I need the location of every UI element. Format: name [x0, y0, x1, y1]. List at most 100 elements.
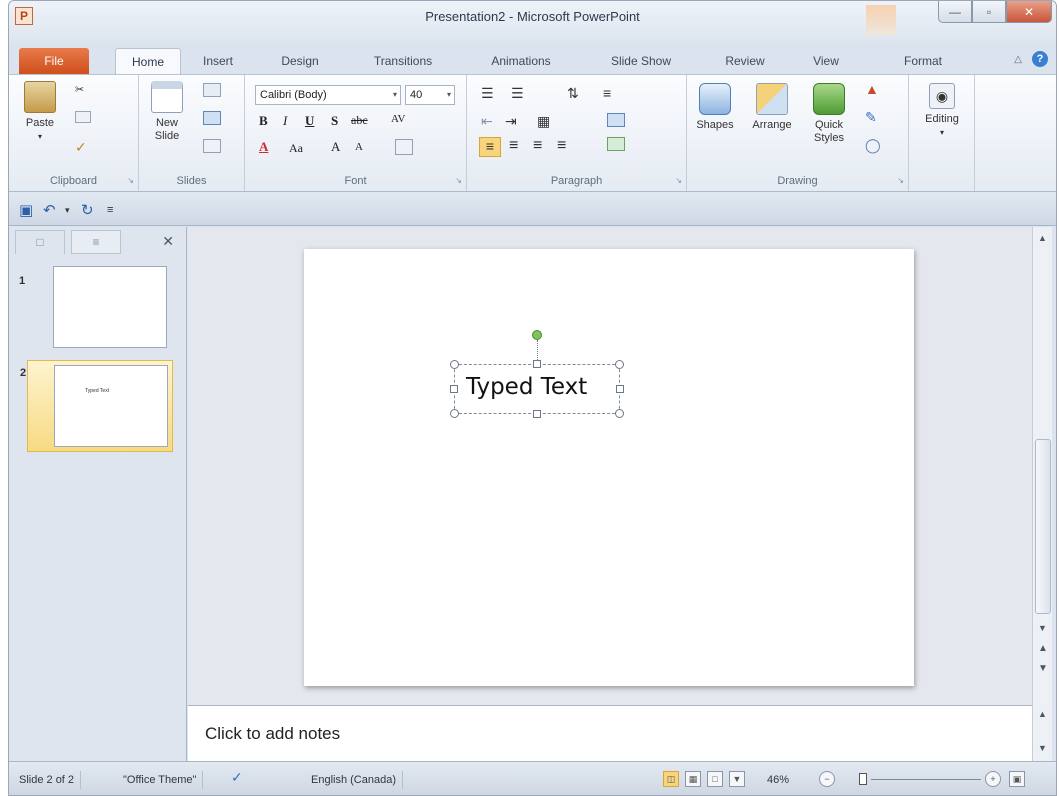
strikethrough-icon[interactable]: abc [351, 113, 368, 128]
copy-icon[interactable] [75, 111, 91, 123]
tab-home[interactable]: Home [115, 48, 181, 74]
save-icon[interactable]: ▣ [19, 201, 33, 219]
tab-insert[interactable]: Insert [193, 48, 243, 74]
rotation-handle[interactable] [532, 330, 542, 340]
language-status[interactable]: English (Canada) [305, 771, 403, 789]
new-slide-button[interactable]: New Slide [145, 81, 189, 143]
italic-icon[interactable]: I [283, 113, 287, 129]
shape-fill-icon[interactable]: ▲ [865, 81, 879, 97]
slides-tab-icon[interactable]: □ [15, 230, 65, 254]
resize-handle-left[interactable] [450, 385, 458, 393]
minimize-button[interactable]: — [938, 1, 972, 23]
scroll-up-icon[interactable]: ▲ [1038, 233, 1047, 243]
font-name-combo[interactable]: Calibri (Body) ▾ [255, 85, 401, 105]
zoom-in-icon[interactable]: + [985, 771, 1001, 787]
undo-icon[interactable]: ↶ [43, 201, 56, 219]
tab-slide-show[interactable]: Slide Show [599, 48, 683, 74]
minimize-ribbon-icon[interactable]: △ [1014, 54, 1022, 65]
slide-sorter-view-icon[interactable]: ▦ [685, 771, 701, 787]
customize-qat-icon[interactable]: ≡ [107, 204, 113, 216]
fit-to-window-icon[interactable]: ▣ [1009, 771, 1025, 787]
resize-handle-bottom-left[interactable] [450, 409, 459, 418]
paragraph-launcher-icon[interactable]: ↘ [675, 176, 682, 185]
previous-slide-icon[interactable]: ▲ [1038, 643, 1048, 654]
notes-placeholder[interactable]: Click to add notes [205, 724, 340, 744]
maximize-button[interactable]: ▫ [972, 1, 1006, 23]
reset-icon[interactable] [203, 111, 221, 125]
resize-handle-bottom[interactable] [533, 410, 541, 418]
format-painter-icon[interactable]: ✓ [75, 139, 87, 156]
font-color-icon[interactable]: A [259, 139, 268, 155]
zoom-out-icon[interactable]: − [819, 771, 835, 787]
shadow-icon[interactable]: S [331, 113, 338, 129]
section-icon[interactable] [203, 139, 221, 153]
close-pane-icon[interactable]: ✕ [162, 233, 174, 250]
bullets-icon[interactable]: ☰ [481, 85, 494, 102]
align-left-icon[interactable]: ≡ [479, 137, 501, 157]
notes-pane[interactable]: Click to add notes [188, 705, 1032, 761]
text-box[interactable]: Typed Text [450, 330, 624, 418]
shape-outline-icon[interactable]: ✎ [865, 109, 877, 126]
cut-icon[interactable]: ✂ [75, 83, 84, 96]
notes-scroll-up-icon[interactable]: ▲ [1038, 709, 1047, 719]
resize-handle-bottom-right[interactable] [615, 409, 624, 418]
outline-tab-icon[interactable]: ≡ [71, 230, 121, 254]
tab-transitions[interactable]: Transitions [361, 48, 445, 74]
justify-icon[interactable]: ≡ [557, 137, 566, 155]
paste-button[interactable]: Paste ▾ [19, 81, 61, 143]
theme-status[interactable]: "Office Theme" [117, 771, 204, 789]
vertical-scrollbar[interactable]: ▲ ▼ ▲ ▼ [1032, 227, 1052, 705]
slide-editing-area[interactable]: Typed Text [188, 227, 1032, 705]
font-launcher-icon[interactable]: ↘ [455, 176, 462, 185]
tab-design[interactable]: Design [273, 48, 327, 74]
decrease-indent-icon[interactable]: ⇤ [481, 113, 493, 130]
zoom-level[interactable]: 46% [761, 771, 795, 789]
reading-view-icon[interactable]: □ [707, 771, 723, 787]
shape-effects-icon[interactable]: ◯ [865, 137, 881, 154]
increase-indent-icon[interactable]: ⇥ [505, 113, 517, 130]
notes-scroll-down-icon[interactable]: ▼ [1038, 743, 1047, 753]
line-spacing-icon[interactable]: ⇅ [567, 85, 579, 102]
redo-icon[interactable]: ↻ [81, 201, 94, 219]
font-size-combo[interactable]: 40 ▾ [405, 85, 455, 105]
next-slide-icon[interactable]: ▼ [1038, 663, 1048, 674]
shrink-font-button[interactable]: A [355, 141, 363, 153]
align-text-icon[interactable] [607, 113, 625, 127]
spell-check-icon[interactable]: ✓ [225, 768, 249, 786]
layout-icon[interactable] [203, 83, 221, 97]
slide-canvas[interactable]: Typed Text [304, 249, 914, 686]
undo-dropdown-icon[interactable]: ▾ [65, 205, 70, 216]
clear-formatting-icon[interactable] [395, 139, 413, 155]
normal-view-icon[interactable]: ◫ [663, 771, 679, 787]
numbering-icon[interactable]: ☰ [511, 85, 524, 102]
tab-format[interactable]: Format [893, 48, 953, 74]
align-center-icon[interactable]: ≡ [509, 137, 518, 155]
arrange-button[interactable]: Arrange [743, 83, 801, 132]
tab-view[interactable]: View [803, 48, 849, 74]
resize-handle-top-left[interactable] [450, 360, 459, 369]
smartart-icon[interactable] [607, 137, 625, 151]
underline-icon[interactable]: U [305, 113, 314, 129]
resize-handle-top-right[interactable] [615, 360, 624, 369]
resize-handle-top[interactable] [533, 360, 541, 368]
quick-styles-button[interactable]: Quick Styles [803, 83, 855, 145]
align-right-icon[interactable]: ≡ [533, 137, 542, 155]
close-button[interactable]: ✕ [1006, 1, 1052, 23]
slide-thumbnail-2-selection[interactable]: 2 Typed Text [20, 360, 173, 452]
zoom-slider[interactable] [871, 779, 981, 780]
help-icon[interactable]: ? [1032, 51, 1048, 67]
bold-icon[interactable]: B [259, 113, 268, 129]
zoom-slider-knob[interactable] [859, 773, 867, 785]
slide-show-view-icon[interactable]: ▼ [729, 771, 745, 787]
slide-text[interactable]: Typed Text [466, 374, 587, 400]
tab-review[interactable]: Review [715, 48, 775, 74]
change-case-button[interactable]: Aa [289, 141, 303, 156]
shapes-button[interactable]: Shapes [689, 83, 741, 132]
slide-thumbnail-2[interactable]: Typed Text [54, 365, 168, 447]
editing-button[interactable]: ◉ Editing ▾ [917, 83, 967, 139]
clipboard-launcher-icon[interactable]: ↘ [127, 176, 134, 185]
text-direction-icon[interactable]: ≡ [603, 85, 611, 101]
resize-handle-right[interactable] [616, 385, 624, 393]
drawing-launcher-icon[interactable]: ↘ [897, 176, 904, 185]
grow-font-button[interactable]: A [331, 139, 340, 155]
